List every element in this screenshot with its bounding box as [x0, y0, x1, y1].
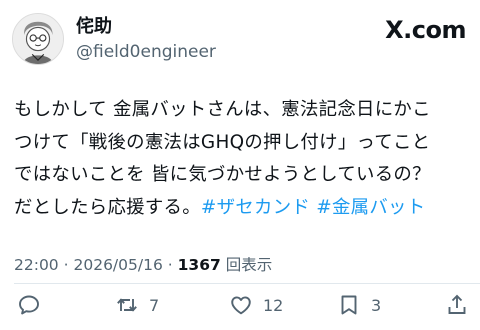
meta-separator: ·	[167, 256, 173, 274]
meta-separator: ·	[63, 256, 69, 274]
retweet-count: 7	[149, 295, 160, 315]
hashtag-link[interactable]: #金属バット	[316, 197, 425, 218]
share-icon	[448, 294, 466, 314]
hashtag-link[interactable]: #ザセカンド	[201, 197, 310, 218]
view-label: 回表示	[225, 256, 273, 274]
retweet-icon	[117, 298, 137, 312]
divider	[14, 283, 480, 284]
like-button[interactable]: 12	[229, 292, 283, 318]
retweet-button[interactable]: 7	[115, 292, 159, 318]
author-name[interactable]: 侘助	[76, 16, 112, 38]
tweet-text: もしかして 金属バットさんは、憲法記念日にかこ つけて「戦後の憲法はGHQの押し…	[14, 94, 472, 224]
bookmark-icon	[341, 295, 357, 315]
view-count: 1367	[177, 256, 221, 274]
bookmark-count: 3	[371, 295, 382, 315]
share-button[interactable]	[445, 292, 469, 318]
heart-icon	[231, 296, 251, 315]
reply-button[interactable]	[17, 292, 41, 318]
reply-icon	[19, 295, 39, 315]
bookmark-button[interactable]: 3	[337, 292, 381, 318]
tweet-meta: 22:00 · 2026/05/16 · 1367 回表示	[14, 254, 272, 276]
avatar-illustration-icon	[13, 14, 63, 64]
author-handle[interactable]: @field0engineer	[76, 42, 216, 62]
tweet-date[interactable]: 2026/05/16	[73, 256, 162, 274]
like-count: 12	[263, 295, 284, 315]
brand-logo: X.com	[385, 16, 466, 44]
tweet-time[interactable]: 22:00	[14, 256, 59, 274]
avatar[interactable]	[12, 13, 64, 65]
